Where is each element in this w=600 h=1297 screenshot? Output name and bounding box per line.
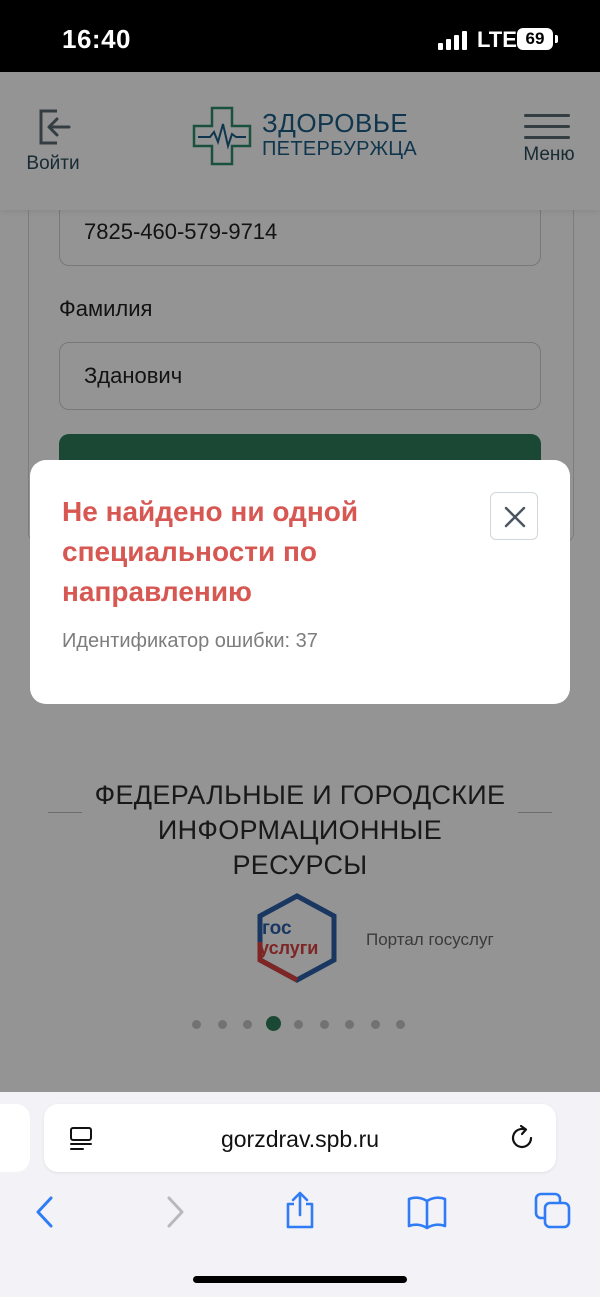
- address-bar[interactable]: gorzdrav.spb.ru: [44, 1104, 556, 1172]
- network-type: LTE: [477, 27, 517, 52]
- signal-icon: [438, 30, 470, 50]
- back-icon[interactable]: [32, 1194, 58, 1230]
- home-indicator: [193, 1276, 407, 1283]
- close-button[interactable]: [490, 492, 538, 540]
- reload-icon[interactable]: [508, 1124, 536, 1152]
- share-icon[interactable]: [284, 1190, 316, 1230]
- forward-icon[interactable]: [162, 1194, 188, 1230]
- previous-tab-preview[interactable]: [0, 1104, 30, 1172]
- status-bar: 16:40 LTE 69: [0, 0, 600, 72]
- bookmarks-icon[interactable]: [406, 1194, 448, 1230]
- url-text: gorzdrav.spb.ru: [220, 1126, 380, 1152]
- tabs-icon[interactable]: [534, 1192, 572, 1230]
- error-id: Идентификатор ошибки: 37: [62, 630, 318, 652]
- error-title: Не найдено ни одной специальности по нап…: [62, 496, 359, 607]
- close-icon: [504, 506, 526, 528]
- error-modal: Не найдено ни одной специальности по нап…: [30, 460, 570, 704]
- status-time: 16:40: [62, 24, 131, 54]
- battery-cap: [555, 35, 558, 43]
- battery-icon: 69: [517, 28, 553, 50]
- browser-toolbar: gorzdrav.spb.ru: [0, 1092, 600, 1297]
